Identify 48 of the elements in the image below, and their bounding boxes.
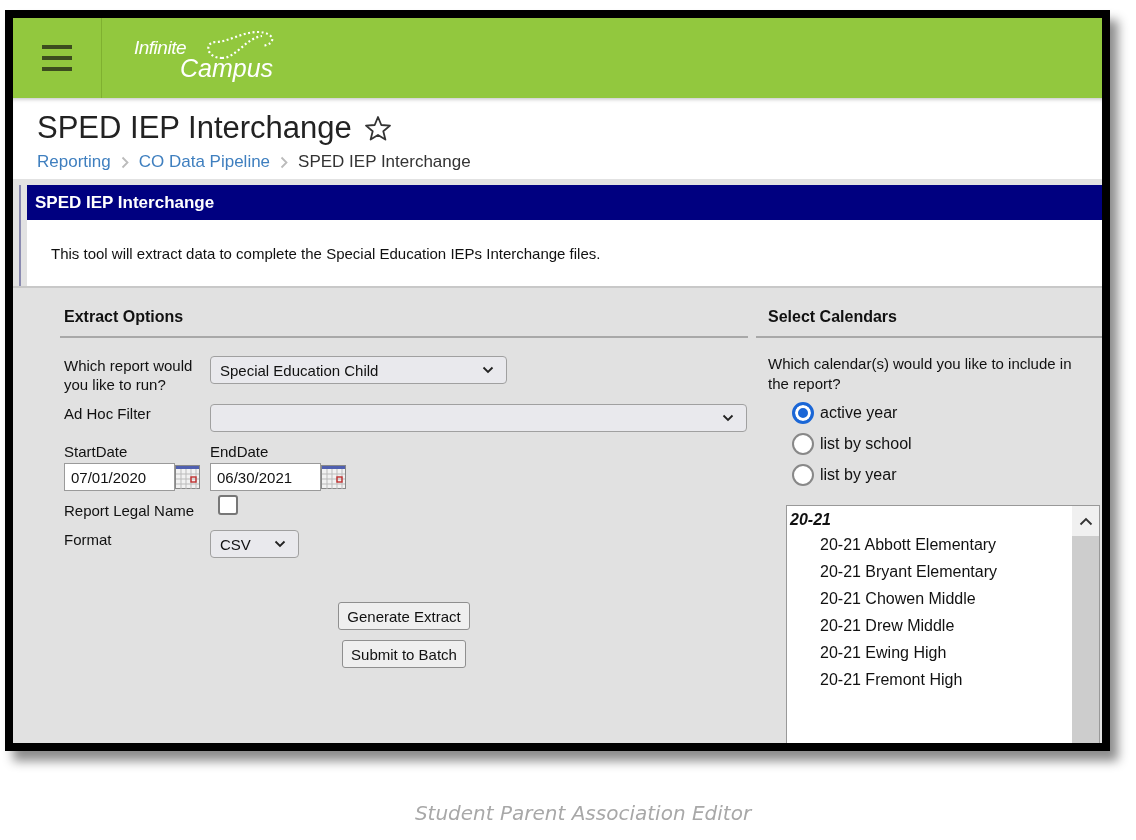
date-field[interactable]: 07/01/2020 (64, 463, 175, 491)
scroll-up-icon[interactable] (1078, 516, 1093, 526)
breadcrumb-current: SPED IEP Interchange (298, 152, 471, 172)
scrollbar[interactable] (1072, 506, 1099, 743)
chevron-down-icon[interactable] (482, 366, 494, 374)
image-caption: Student Parent Association Editor (414, 801, 752, 825)
menu-icon[interactable] (42, 45, 72, 71)
chevron-icon (120, 155, 129, 169)
calendar-list[interactable]: 20-21 20-21 Abbott Elementary 20-21 Bryant Elementary 20-21 Chowen Middle 20-21 Drew Middle 20-21 Ewing High 20-21 Fremont High (786, 505, 1100, 743)
radio-label: list by year (820, 466, 897, 484)
group-label: 20-21 (790, 510, 832, 530)
page-title: SPED IEP Interchange (37, 110, 352, 146)
field-label: StartDate (64, 442, 129, 461)
checkbox[interactable] (218, 495, 238, 515)
field-label: EndDate (210, 442, 270, 461)
calendar-icon[interactable] (321, 465, 346, 489)
radio-label: active year (820, 404, 898, 422)
radio-button[interactable] (792, 433, 814, 455)
chevron-down-icon[interactable] (274, 540, 286, 548)
list-item[interactable]: 20-21 Chowen Middle (790, 585, 1072, 612)
action-button[interactable]: Submit to Batch (342, 640, 466, 668)
list-item[interactable]: 20-21 Bryant Elementary (790, 558, 1072, 585)
breadcrumb-link[interactable]: Reporting (37, 152, 111, 172)
star-icon[interactable] (363, 114, 392, 142)
report-dropdown[interactable]: Special Education Child (210, 356, 507, 384)
date-field[interactable]: 06/30/2021 (210, 463, 321, 491)
radio-button[interactable] (792, 464, 814, 486)
list-item[interactable]: 20-21 Ewing High (790, 639, 1072, 666)
calendar-icon[interactable] (175, 465, 200, 489)
list-item[interactable]: 20-21 Drew Middle (790, 612, 1072, 639)
chevron-icon (280, 155, 289, 169)
chevron-down-icon[interactable] (722, 414, 734, 422)
section-heading: Select Calendars (756, 288, 1102, 338)
format-dropdown[interactable]: CSV (210, 530, 299, 558)
field-label: Report Legal Name (64, 501, 196, 520)
panel-title: SPED IEP Interchange (27, 185, 1102, 220)
radio-button[interactable] (792, 402, 814, 424)
breadcrumb-link[interactable]: CO Data Pipeline (138, 152, 271, 172)
field-label: Format (64, 530, 113, 549)
field-label: Ad Hoc Filter (64, 404, 152, 423)
list-item[interactable]: 20-21 Abbott Elementary (790, 531, 1072, 558)
field-label: Which report would you like to run? (64, 356, 194, 394)
description-text: This tool will extract data to complete the Special Education IEPs Interchange files. (51, 244, 601, 262)
question-text: Which calendar(s) would you like to include in the report? (767, 354, 1073, 394)
section-heading: Extract Options (60, 288, 748, 338)
list-item[interactable]: 20-21 Fremont High (790, 666, 1072, 693)
action-button[interactable]: Generate Extract (338, 602, 470, 630)
radio-label: list by school (820, 435, 912, 453)
